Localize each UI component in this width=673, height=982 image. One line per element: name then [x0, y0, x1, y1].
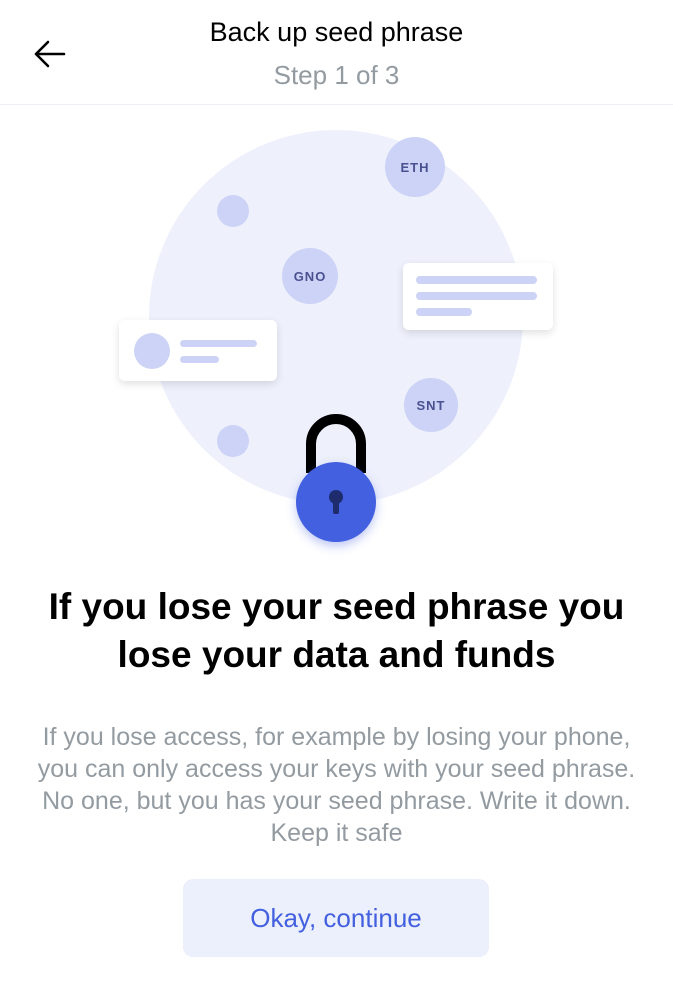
card-right: [403, 263, 553, 330]
token-label-gno: GNO: [294, 269, 327, 284]
warning-heading: If you lose your seed phrase you lose yo…: [48, 586, 625, 675]
token-label-eth: ETH: [401, 160, 430, 175]
continue-button[interactable]: Okay, continue: [183, 879, 489, 957]
eth-token-icon: ETH: [385, 137, 445, 197]
seed-phrase-illustration: ETH GNO SNT: [119, 130, 553, 542]
page-title: Back up seed phrase: [209, 17, 464, 47]
card-left: [119, 320, 277, 381]
gno-token-icon: GNO: [282, 248, 338, 304]
header: Back up seed phrase Step 1 of 3: [0, 0, 673, 105]
decorative-dot: [217, 425, 249, 457]
snt-token-icon: SNT: [404, 378, 458, 432]
token-label-snt: SNT: [417, 398, 446, 413]
step-indicator: Step 1 of 3: [273, 60, 400, 90]
warning-description: If you lose access, for example by losin…: [37, 723, 636, 847]
decorative-dot: [217, 195, 249, 227]
